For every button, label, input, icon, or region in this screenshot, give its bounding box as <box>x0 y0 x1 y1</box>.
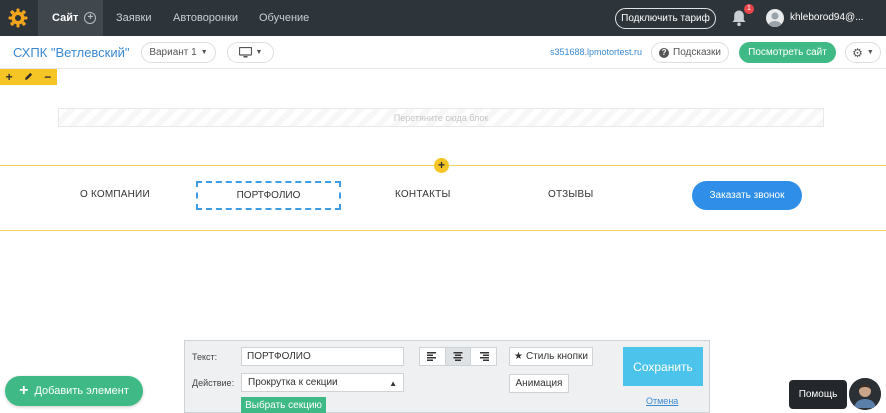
chevron-down-icon: ▼ <box>866 49 874 56</box>
caret-up-icon: ▲ <box>389 379 397 388</box>
remove-block-icon[interactable]: − <box>44 70 51 84</box>
block-toolbar: + − <box>0 69 57 85</box>
tab-learning[interactable]: Обучение <box>259 12 309 24</box>
block-drop-zone[interactable]: Перетяните сюда блок <box>58 108 824 127</box>
align-center-button[interactable] <box>445 348 472 365</box>
pick-section-button[interactable]: Выбрать секцию <box>241 397 326 413</box>
drop-zone-text: Перетяните сюда блок <box>393 112 489 123</box>
connect-plan-button[interactable]: Подключить тариф <box>615 8 716 29</box>
chevron-down-icon: ▼ <box>255 49 263 56</box>
menu-item-portfolio[interactable]: ПОРТФОЛИО <box>196 181 341 210</box>
menu-item-about[interactable]: О КОМПАНИИ <box>80 189 150 200</box>
align-right-icon <box>479 352 489 361</box>
cancel-link[interactable]: Отмена <box>646 396 678 406</box>
button-edit-panel: Текст: ПОРТФОЛИО Действие: Прокрутка к с… <box>184 340 710 413</box>
action-select[interactable]: Прокрутка к секции ▲ <box>241 373 404 392</box>
button-style-button[interactable]: ★ Стиль кнопки <box>509 347 593 366</box>
button-text-input[interactable]: ПОРТФОЛИО <box>241 347 404 366</box>
gear-icon: ⚙ <box>852 45 863 60</box>
project-name[interactable]: СХПК "Ветлевский" <box>13 45 130 60</box>
insert-block-icon[interactable]: + <box>434 158 449 173</box>
chevron-down-icon: ▼ <box>200 49 208 56</box>
notification-badge: 1 <box>744 4 754 14</box>
site-toolbar: СХПК "Ветлевский" Вариант 1 ▼ ▼ s351688.… <box>0 36 886 69</box>
action-select-value: Прокрутка к секции <box>248 377 338 388</box>
align-left-icon <box>427 352 437 361</box>
desktop-icon <box>238 47 252 58</box>
tab-requests[interactable]: Заявки <box>116 12 152 24</box>
menu-item-reviews[interactable]: ОТЗЫВЫ <box>548 189 593 200</box>
block-bottom-border <box>0 230 886 231</box>
site-domain-link[interactable]: s351688.lpmotortest.ru <box>550 47 642 57</box>
settings-dropdown[interactable]: ⚙ ▼ <box>845 42 881 63</box>
add-element-label: Добавить элемент <box>34 385 129 397</box>
question-icon: ? <box>659 47 670 58</box>
username[interactable]: khleborod94@... <box>790 12 864 23</box>
text-align-group <box>419 347 497 366</box>
add-site-icon[interactable]: + <box>84 12 97 24</box>
action-label: Действие: <box>192 378 235 388</box>
align-left-button[interactable] <box>420 348 446 365</box>
plus-icon: + <box>19 382 29 399</box>
help-label[interactable]: Помощь <box>789 380 847 409</box>
logo-icon[interactable] <box>0 0 36 36</box>
add-block-icon[interactable]: + <box>6 70 13 84</box>
save-button[interactable]: Сохранить <box>623 347 703 386</box>
menu-item-contacts[interactable]: КОНТАКТЫ <box>395 189 451 200</box>
tab-autofunnels[interactable]: Автоворонки <box>173 12 238 24</box>
device-dropdown[interactable]: ▼ <box>227 42 274 63</box>
align-center-icon <box>453 352 463 361</box>
hints-button[interactable]: ? Подсказки <box>651 42 729 63</box>
menu-item-portfolio-label: ПОРТФОЛИО <box>236 190 301 201</box>
user-avatar-icon[interactable] <box>766 9 784 27</box>
pencil-icon[interactable] <box>24 70 33 84</box>
add-element-button[interactable]: + Добавить элемент <box>5 376 143 406</box>
top-navigation-bar: Сайт + Заявки Автоворонки Обучение Подкл… <box>0 0 886 36</box>
button-style-label: Стиль кнопки <box>525 351 588 362</box>
view-site-button[interactable]: Посмотреть сайт <box>739 42 836 63</box>
tab-site-label: Сайт <box>52 12 79 24</box>
variant-label: Вариант 1 <box>149 47 197 58</box>
order-call-button[interactable]: Заказать звонок <box>692 181 802 210</box>
text-label: Текст: <box>192 352 218 362</box>
star-icon: ★ <box>513 351 523 362</box>
hints-label: Подсказки <box>673 47 721 58</box>
align-right-button[interactable] <box>471 348 496 365</box>
animation-button[interactable]: Анимация <box>509 374 569 393</box>
support-avatar[interactable] <box>849 378 881 410</box>
tab-site[interactable]: Сайт + <box>38 0 103 36</box>
variant-dropdown[interactable]: Вариант 1 ▼ <box>141 42 216 63</box>
